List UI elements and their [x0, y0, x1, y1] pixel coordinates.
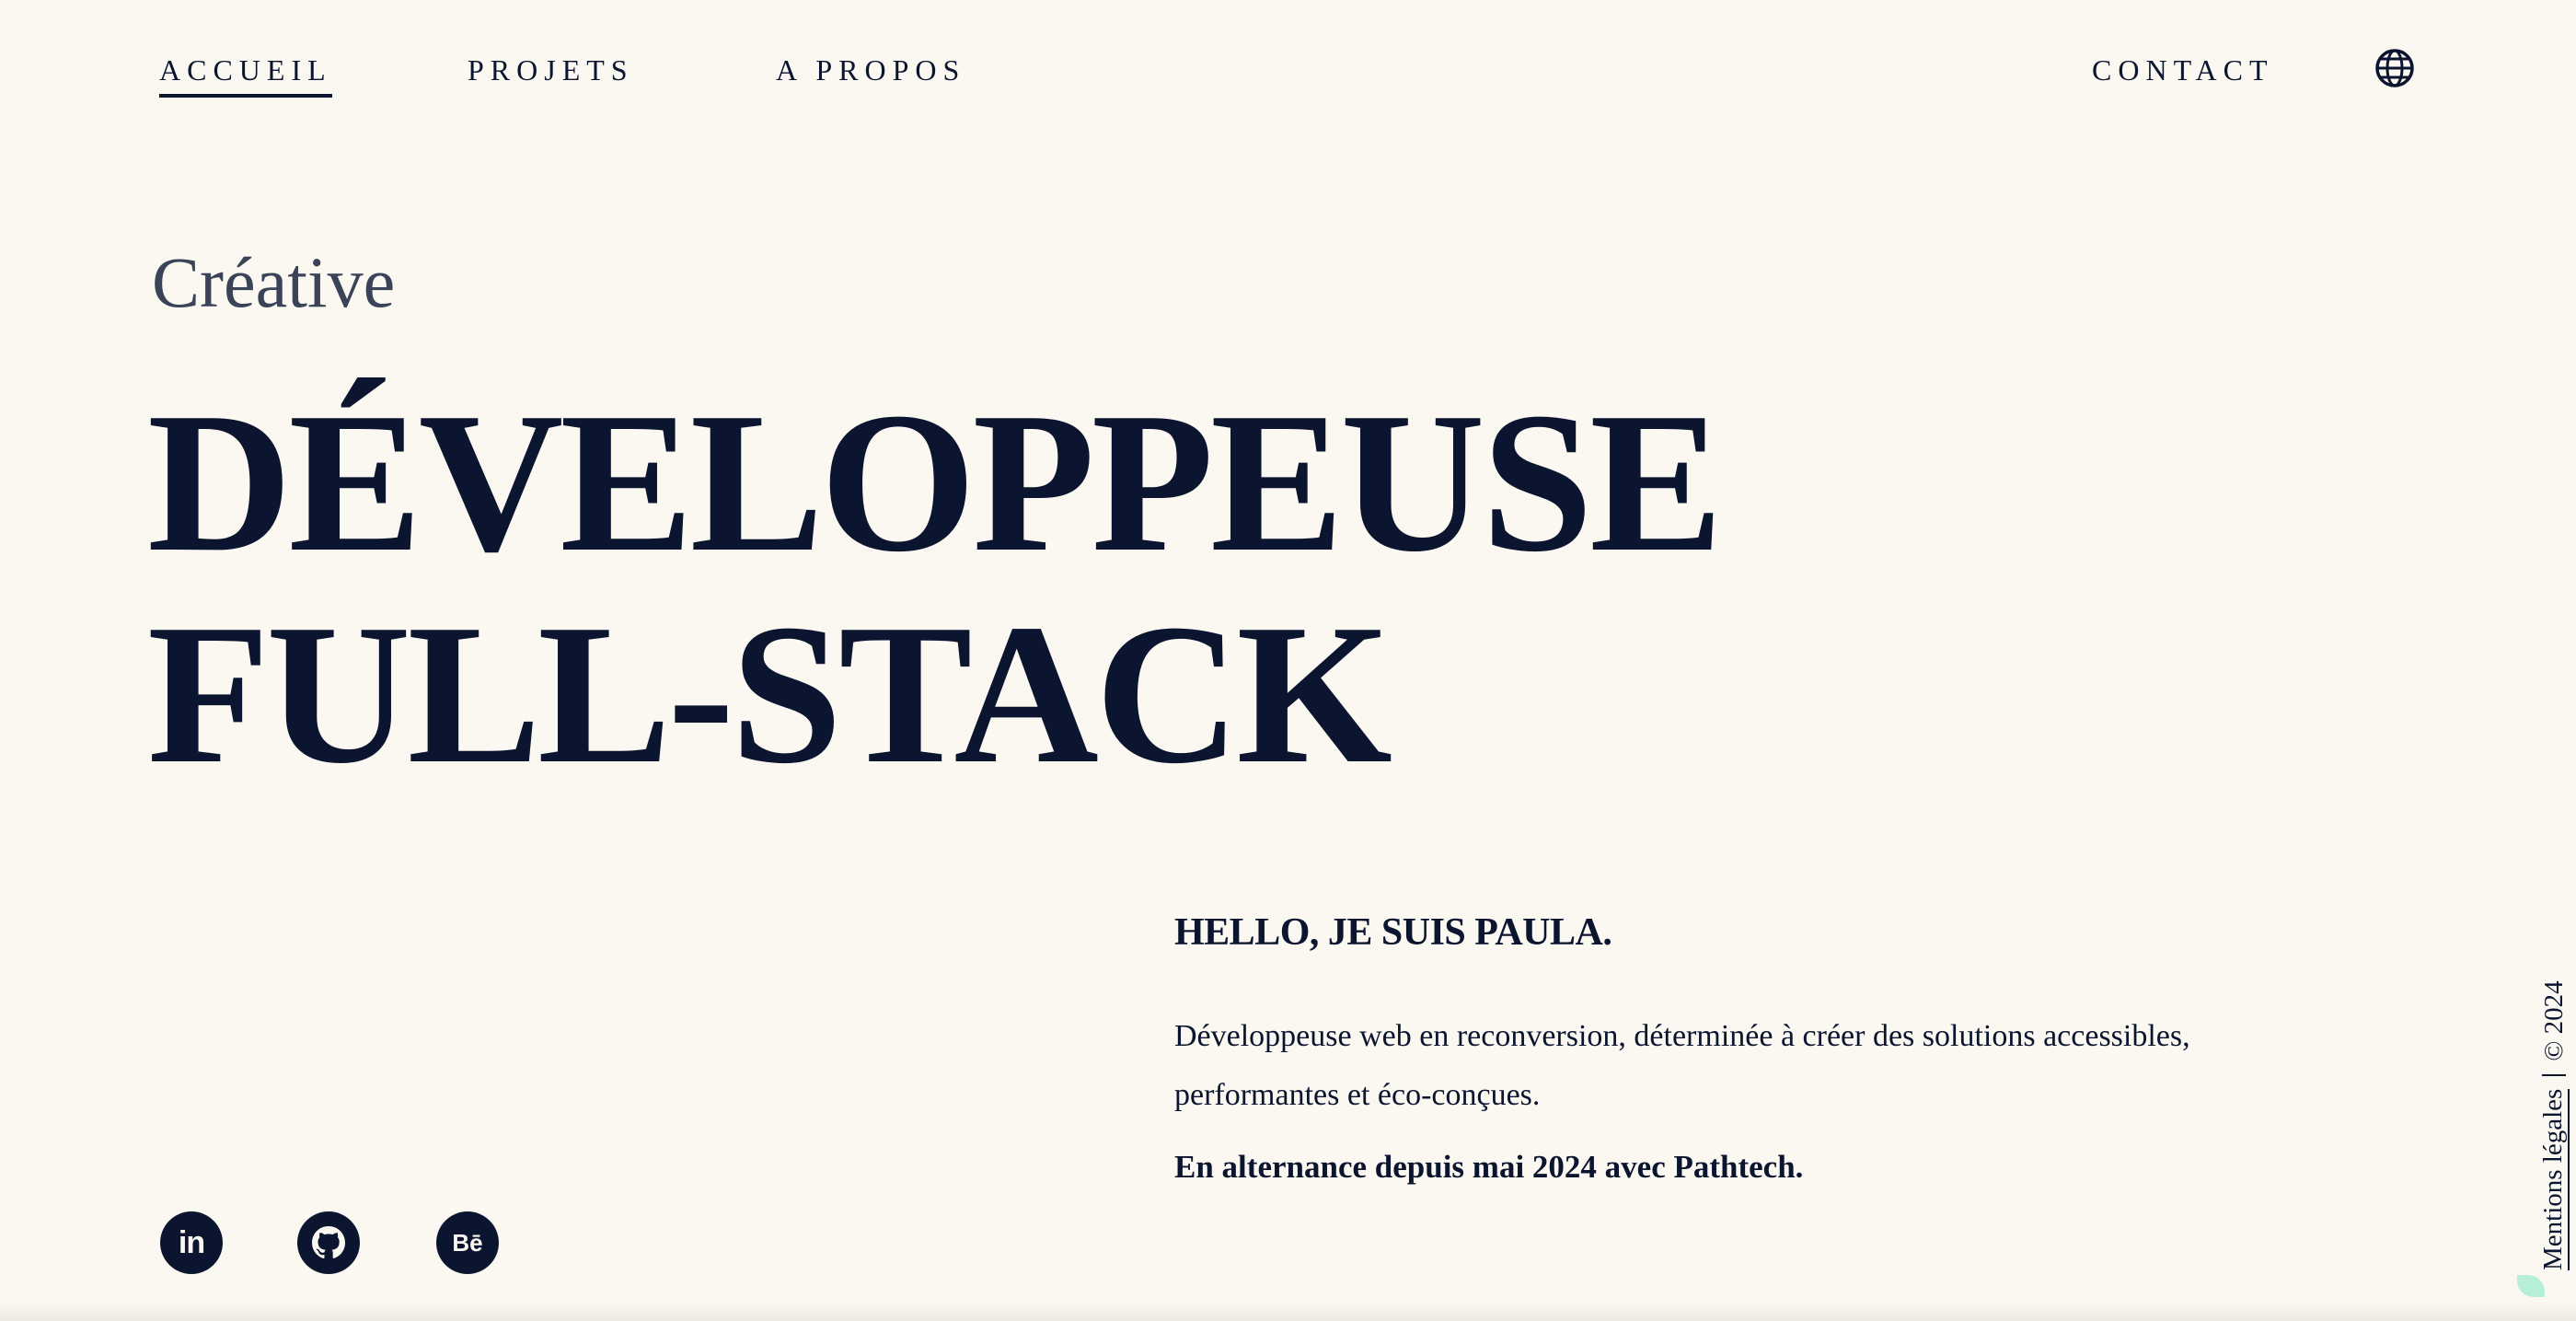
intro-title: HELLO, JE SUIS PAULA. — [1174, 911, 1612, 954]
legal-link[interactable]: Mentions légales — [2538, 1088, 2570, 1270]
nav-a-propos[interactable]: A PROPOS — [776, 52, 965, 88]
hero-kicker: Créative — [152, 242, 396, 322]
linkedin-glyph: in — [178, 1224, 205, 1260]
github-icon[interactable] — [297, 1211, 360, 1274]
globe-icon[interactable] — [2374, 48, 2415, 88]
hero-headline-line1: DÉVELOPPEUSE — [147, 372, 1723, 594]
nav-contact[interactable]: CONTACT — [2092, 52, 2274, 88]
divider — [2542, 1073, 2566, 1076]
intro-highlight: En alternance depuis mai 2024 avec Patht… — [1174, 1149, 1804, 1185]
behance-glyph: Bē — [452, 1228, 483, 1257]
bottom-shadow — [0, 1303, 2576, 1321]
github-octocat-glyph — [312, 1226, 345, 1259]
intro-text: Développeuse web en reconversion, déterm… — [1174, 1019, 2190, 1112]
leaf-decoration — [2517, 1275, 2545, 1297]
copyright: © 2024 — [2538, 980, 2569, 1061]
nav-accueil[interactable]: ACCUEIL — [159, 52, 332, 98]
linkedin-icon[interactable]: in — [160, 1211, 223, 1274]
behance-icon[interactable]: Bē — [436, 1211, 499, 1274]
nav-projets[interactable]: PROJETS — [468, 52, 634, 88]
hero-headline-line2: FULL-STACK — [147, 584, 1392, 805]
side-footer: Mentions légales © 2024 — [2511, 957, 2570, 1270]
